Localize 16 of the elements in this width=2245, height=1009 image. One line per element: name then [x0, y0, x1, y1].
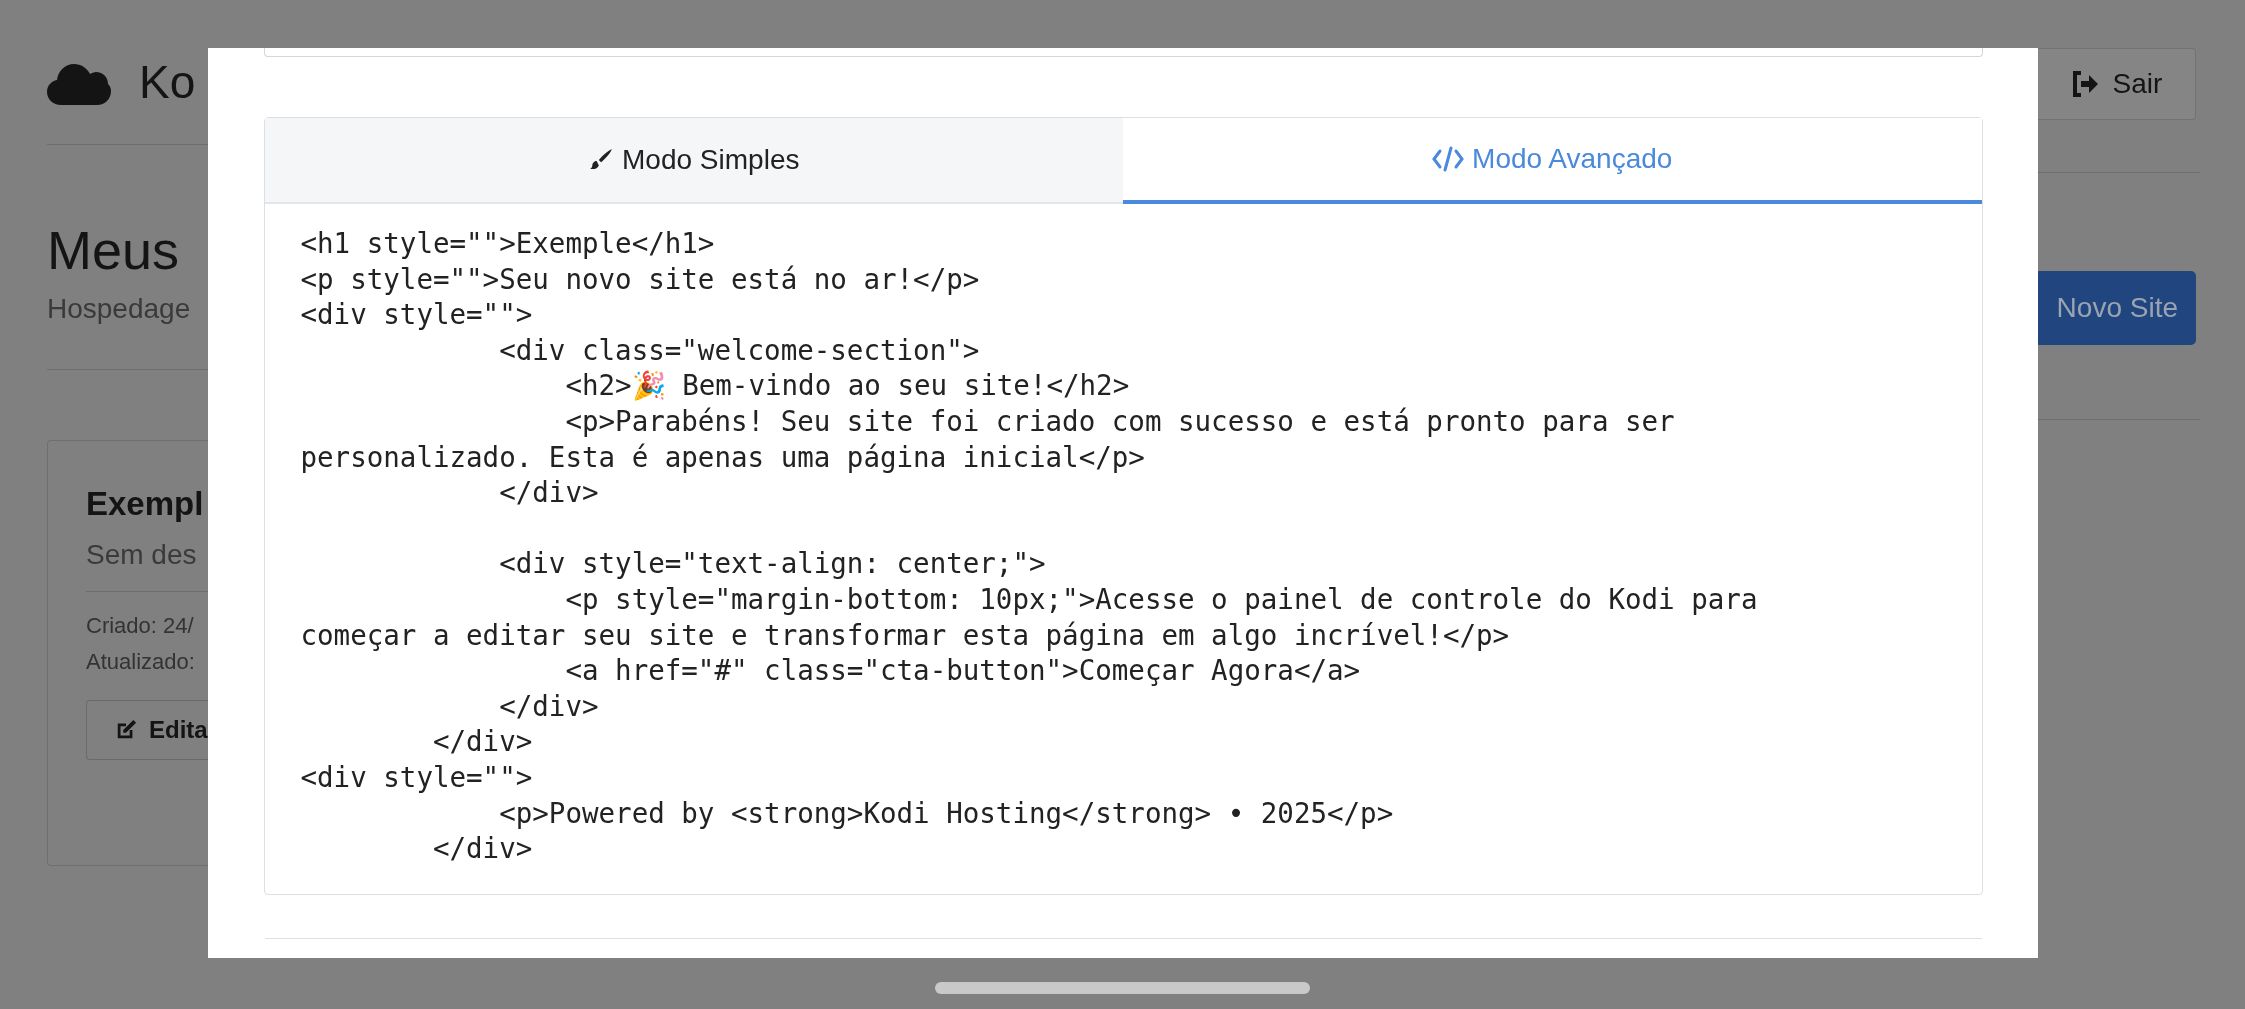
mode-tab[interactable]: Modo Avançado: [1123, 118, 1982, 204]
page-title: Meus: [47, 219, 181, 281]
new-site-button[interactable]: Novo Site: [2038, 271, 2196, 345]
code-editor[interactable]: <h1 style="">Exemple</h1> <p style="">Seu novo site está no ar!</p> <div style=""> <div class="welcome-section"> <h2>🎉 Bem-vindo ao seu site!</h2> <p>Parabéns! Seu site foi criado com sucesso e está pronto para ser personalizado. Esta é apenas uma página inicial</p> </div> <div style="text-align: center;"> <p style="margin-bottom: 10px;">Acesse o painel de controle do Kodi para começar a editar seu site e transformar esta página em algo incrível!</p> <a href="#" class="cta-button">Começar Agora</a> </div> </div> <div style=""> <p>Powered by <strong>Kodi Hosting</strong> • 2025</p> </div>: [264, 204, 1982, 894]
updated-date: Atualizado:: [86, 648, 196, 676]
page-subtitle: Hospedage: [47, 293, 192, 325]
created-date: Criado: 24/: [86, 612, 195, 640]
edit-icon: [115, 719, 137, 741]
code-icon: [1432, 146, 1465, 172]
site-description: Sem des: [86, 539, 198, 571]
brand-name: Ko: [139, 55, 196, 109]
logout-button[interactable]: Sair: [2038, 48, 2196, 120]
mode-tab[interactable]: Modo Simples: [264, 118, 1123, 204]
edit-button[interactable]: Edita: [86, 700, 208, 760]
logout-icon: [2070, 71, 2099, 97]
site-name: Exempl: [86, 485, 205, 523]
